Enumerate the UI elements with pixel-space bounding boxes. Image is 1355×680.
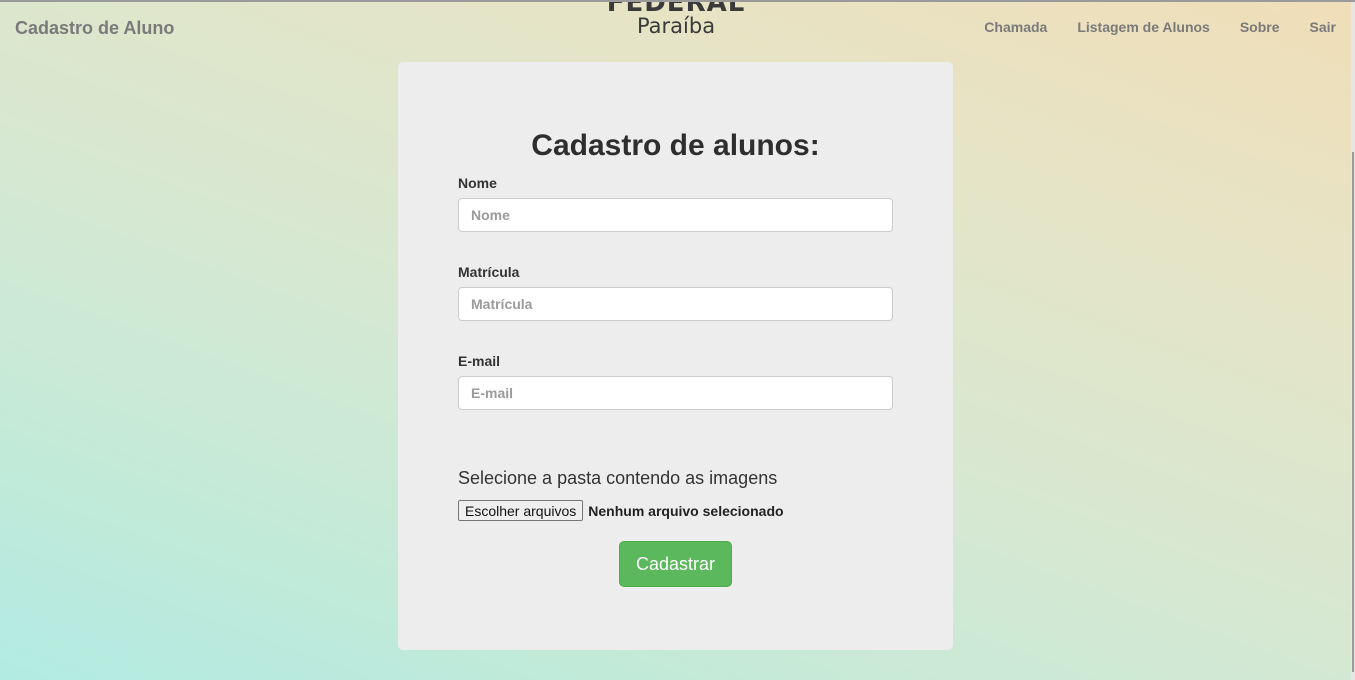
nav-links: Chamada Listagem de Alunos Sobre Sair (984, 19, 1336, 35)
folder-select-label: Selecione a pasta contendo as imagens (458, 468, 778, 488)
email-input[interactable] (458, 376, 893, 410)
form-title: Cadastro de alunos: (531, 129, 820, 162)
registration-card: Cadastro de alunos: Nome Matrícula E-mai… (398, 62, 953, 650)
email-label: E-mail (458, 353, 501, 369)
logo-text-sub: Paraíba (636, 14, 716, 38)
file-picker: Escolher arquivos Nenhum arquivo selecio… (458, 500, 784, 521)
cadastrar-button[interactable]: Cadastrar (619, 541, 732, 587)
institution-logo: FEDERAL Paraíba (600, 2, 752, 46)
nav-link-sobre[interactable]: Sobre (1240, 19, 1280, 35)
nav-link-chamada[interactable]: Chamada (984, 19, 1047, 35)
navbar: Cadastro de Aluno FEDERAL Paraíba Chamad… (0, 2, 1351, 54)
nav-link-sair[interactable]: Sair (1310, 19, 1336, 35)
matricula-input[interactable] (458, 287, 893, 321)
nav-link-listagem-de-alunos[interactable]: Listagem de Alunos (1077, 19, 1210, 35)
scrollbar-thumb[interactable] (1352, 152, 1354, 672)
file-status-text: Nenhum arquivo selecionado (588, 502, 784, 519)
choose-files-button[interactable]: Escolher arquivos (458, 500, 584, 521)
matricula-label: Matrícula (458, 264, 520, 280)
brand-link[interactable]: Cadastro de Aluno (15, 18, 174, 39)
page-scrollbar[interactable] (1351, 2, 1355, 680)
nome-label: Nome (458, 175, 497, 191)
nome-input[interactable] (458, 198, 893, 232)
